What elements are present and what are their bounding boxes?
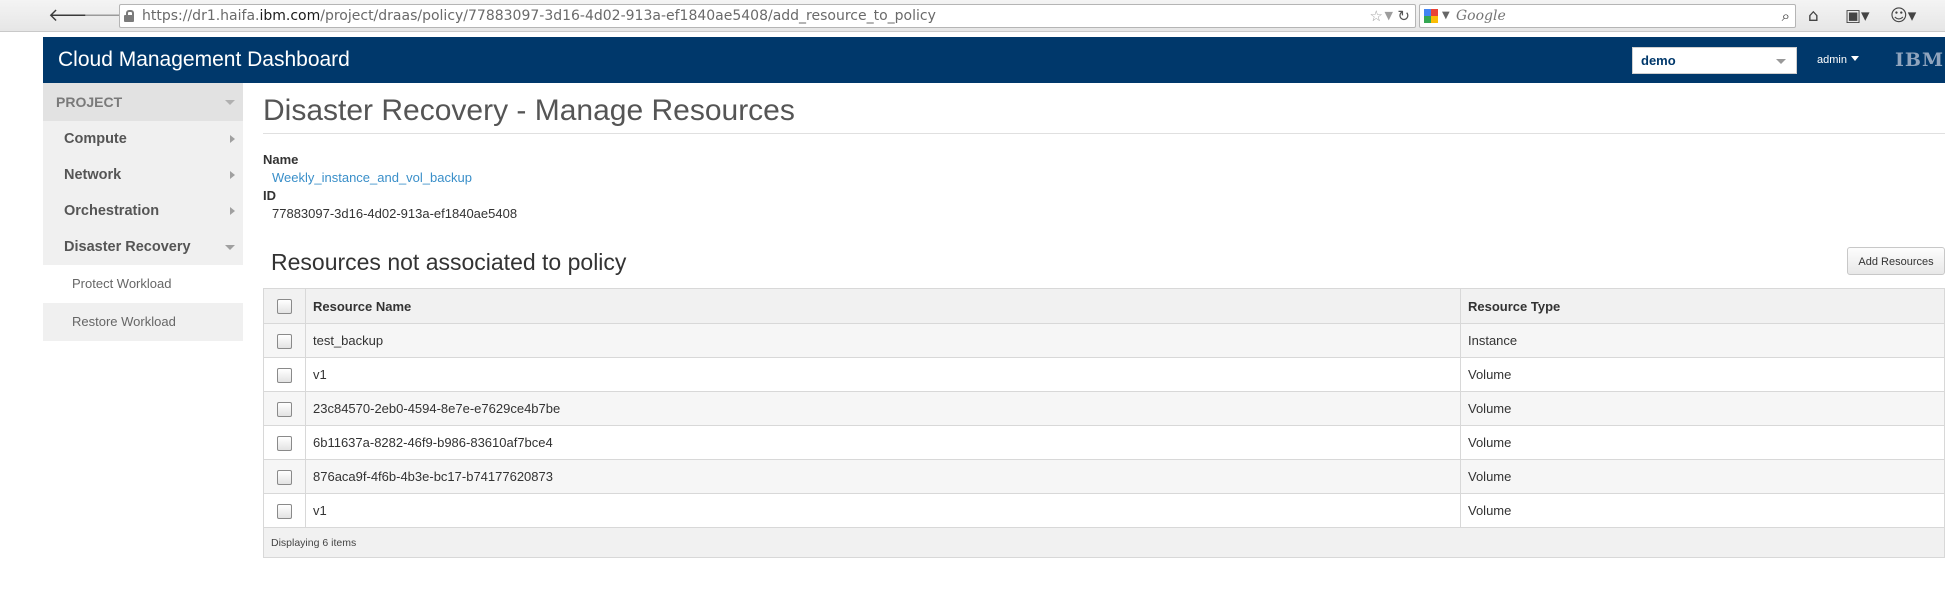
sidebar-item-label: Orchestration	[64, 203, 160, 219]
user-menu[interactable]: admin	[1817, 37, 1859, 83]
row-select-cell	[263, 493, 306, 528]
sidebar-item-compute[interactable]: Compute	[43, 121, 243, 157]
bookmarks-menu-icon[interactable]: ▣▾	[1845, 5, 1870, 27]
resource-type-cell: Instance	[1460, 323, 1945, 358]
row-select-cell	[263, 323, 306, 358]
policy-name-link[interactable]: Weekly_instance_and_vol_backup	[272, 170, 472, 185]
name-label: Name	[263, 152, 299, 167]
chevron-right-icon	[230, 171, 235, 179]
brand-title[interactable]: Cloud Management Dashboard	[58, 37, 350, 83]
sidebar-item-protect-workload[interactable]: Protect Workload	[43, 265, 243, 303]
resource-type-cell: Volume	[1460, 459, 1945, 494]
sidebar-item-orchestration[interactable]: Orchestration	[43, 193, 243, 229]
reload-icon[interactable]: ↻	[1397, 5, 1410, 27]
sidebar-item-label: Disaster Recovery	[64, 239, 191, 255]
url-text[interactable]: https://dr1.haifa.ibm.com/project/draas/…	[142, 5, 936, 27]
sidebar-item-disaster-recovery[interactable]: Disaster Recovery	[43, 229, 243, 265]
select-all-cell	[263, 288, 306, 324]
row-checkbox[interactable]	[277, 469, 292, 485]
addon-icon[interactable]: ☺▾	[1890, 5, 1916, 27]
home-icon[interactable]: ⌂	[1808, 5, 1819, 27]
column-header-resource-name[interactable]: Resource Name	[305, 288, 1461, 324]
resource-type-cell: Volume	[1460, 357, 1945, 392]
row-checkbox[interactable]	[277, 435, 292, 451]
sidebar-item-label: Restore Workload	[72, 314, 176, 329]
row-checkbox[interactable]	[277, 503, 292, 519]
id-label: ID	[263, 188, 276, 203]
sidebar-section-label: PROJECT	[56, 94, 123, 110]
google-engine-icon[interactable]	[1424, 9, 1438, 23]
chevron-right-icon	[230, 207, 235, 215]
engine-dropdown-icon[interactable]: ▼	[1442, 5, 1450, 27]
sidebar-item-label: Network	[64, 167, 122, 183]
search-box[interactable]: ▼ ⌕	[1419, 4, 1796, 28]
ibm-logo: IBM.	[1895, 49, 1945, 71]
row-select-cell	[263, 357, 306, 392]
row-select-cell	[263, 459, 306, 494]
chevron-down-icon	[225, 100, 235, 105]
table-row: v1 Volume	[263, 493, 1945, 528]
table-row: v1 Volume	[263, 357, 1945, 392]
table-header-row: Resource Name Resource Type	[263, 288, 1945, 324]
search-input[interactable]	[1456, 5, 1756, 27]
table-row: test_backup Instance	[263, 323, 1945, 358]
address-bar[interactable]: https://dr1.haifa.ibm.com/project/draas/…	[119, 4, 1416, 28]
sidebar-item-network[interactable]: Network	[43, 157, 243, 193]
row-checkbox[interactable]	[277, 401, 292, 417]
add-resources-button[interactable]: Add Resources	[1847, 247, 1945, 275]
sidebar: PROJECT Compute Network Orchestration Di…	[43, 83, 243, 341]
resource-name-cell: v1	[305, 493, 1461, 528]
select-all-checkbox[interactable]	[277, 299, 292, 315]
table-title: Resources not associated to policy	[271, 249, 627, 275]
table-row: 876aca9f-4f6b-4b3e-bc17-b74177620873 Vol…	[263, 459, 1945, 494]
row-select-cell	[263, 391, 306, 426]
user-name: admin	[1817, 54, 1847, 66]
forward-arrow-icon[interactable]: 🡒	[83, 5, 131, 27]
bookmark-star-icon[interactable]: ☆	[1370, 5, 1383, 27]
row-select-cell	[263, 425, 306, 460]
browser-toolbar: 🡐 🡒 https://dr1.haifa.ibm.com/project/dr…	[0, 0, 1945, 32]
lock-icon	[124, 10, 134, 22]
column-header-resource-type[interactable]: Resource Type	[1460, 288, 1945, 324]
resource-name-cell: 23c84570-2eb0-4594-8e7e-e7629ce4b7be	[305, 391, 1461, 426]
resource-name-cell: v1	[305, 357, 1461, 392]
resource-name-cell: 6b11637a-8282-46f9-b986-83610af7bce4	[305, 425, 1461, 460]
sidebar-section-project[interactable]: PROJECT	[43, 83, 243, 121]
project-select[interactable]: demo	[1632, 47, 1797, 74]
chevron-down-icon	[225, 245, 235, 250]
table-row: 6b11637a-8282-46f9-b986-83610af7bce4 Vol…	[263, 425, 1945, 460]
table-row: 23c84570-2eb0-4594-8e7e-e7629ce4b7be Vol…	[263, 391, 1945, 426]
search-icon[interactable]: ⌕	[1782, 5, 1790, 27]
sidebar-item-label: Compute	[64, 131, 127, 147]
policy-id-value: 77883097-3d16-4d02-913a-ef1840ae5408	[272, 206, 518, 221]
row-checkbox[interactable]	[277, 367, 292, 383]
items-count: Displaying 6 items	[263, 527, 1945, 558]
caret-down-icon	[1850, 56, 1859, 61]
page-header: Disaster Recovery - Manage Resources	[263, 83, 1945, 134]
back-arrow-icon[interactable]: 🡐	[48, 5, 96, 27]
sidebar-item-restore-workload[interactable]: Restore Workload	[43, 303, 243, 341]
top-header: Cloud Management Dashboard demo admin IB…	[43, 37, 1945, 83]
row-checkbox[interactable]	[277, 333, 292, 349]
sidebar-item-label: Protect Workload	[72, 276, 172, 291]
project-select-value: demo	[1641, 53, 1676, 68]
resource-type-cell: Volume	[1460, 425, 1945, 460]
chevron-down-icon	[1776, 59, 1786, 64]
resource-type-cell: Volume	[1460, 391, 1945, 426]
resources-table: Resource Name Resource Type test_backup …	[263, 288, 1945, 558]
history-dropdown-icon[interactable]: ▼	[1385, 5, 1393, 27]
chevron-right-icon	[230, 135, 235, 143]
resource-name-cell: test_backup	[305, 323, 1461, 358]
resource-name-cell: 876aca9f-4f6b-4b3e-bc17-b74177620873	[305, 459, 1461, 494]
page-title: Disaster Recovery - Manage Resources	[263, 94, 795, 127]
table-footer-row: Displaying 6 items	[263, 527, 1945, 558]
resource-type-cell: Volume	[1460, 493, 1945, 528]
